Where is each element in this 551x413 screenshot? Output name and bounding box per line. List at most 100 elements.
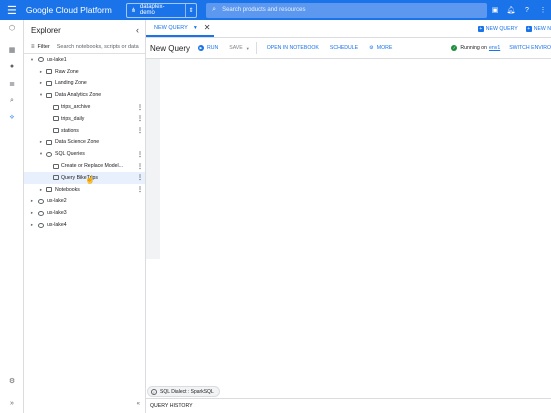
script-icon: [53, 163, 59, 169]
add-icon: +: [525, 25, 532, 32]
expand-rail-icon[interactable]: »: [0, 400, 24, 407]
save-button[interactable]: SAVE ▼: [229, 45, 249, 51]
more-vert-icon[interactable]: ⋮: [137, 104, 143, 111]
top-app-bar: ☰ Google Cloud Platform ⋔ dataplex-demo …: [0, 0, 551, 20]
app-logo[interactable]: Google Cloud Platform: [26, 5, 112, 15]
run-button[interactable]: ▶ RUN: [198, 45, 218, 51]
caret-right-icon[interactable]: ▸: [29, 222, 35, 228]
search-icon: ⌕: [212, 6, 217, 13]
tree-row-notebooks[interactable]: ▸ Notebooks ⋮: [24, 184, 145, 196]
header-actions: ▣ 🔔︎ ? ⋮: [487, 6, 551, 15]
caret-down-icon: ▼: [245, 45, 250, 51]
filter-placeholder: Search notebooks, scripts or data: [56, 43, 139, 50]
editor-tabs: NEW QUERY ▼ ✕ + NEW QUERY + NEW N: [146, 20, 551, 38]
caret-right-icon[interactable]: ▸: [29, 210, 35, 216]
query-title: New Query: [150, 43, 191, 53]
more-vert-icon[interactable]: ⋮: [137, 151, 143, 158]
more-vert-icon[interactable]: ⋮: [137, 174, 143, 181]
tree-label: Notebooks: [55, 186, 80, 193]
caret-right-icon[interactable]: ▸: [38, 80, 44, 86]
tree-row-create-model[interactable]: Create or Replace Model... ⋮: [24, 160, 145, 172]
grid-icon[interactable]: ▦: [0, 46, 24, 54]
tree-row-us-lake1[interactable]: ▾ us-lake1: [24, 54, 145, 66]
collapse-panel-icon[interactable]: ‹: [136, 25, 139, 35]
notifications-icon[interactable]: 🔔︎: [503, 6, 519, 14]
caret-right-icon[interactable]: ▸: [29, 198, 35, 204]
zone-icon: [46, 80, 52, 86]
pointer-cursor-icon: ☝: [85, 175, 95, 184]
environment-status: ✓ Running on env1: [451, 45, 500, 51]
more-vert-icon[interactable]: ⋮: [137, 163, 143, 170]
explorer-filter[interactable]: ≡ Filter Search notebooks, scripts or da…: [24, 40, 145, 54]
tree-label: trips_daily: [61, 115, 85, 122]
tree-row-data-analytics-zone[interactable]: ▾ Data Analytics Zone: [24, 89, 145, 101]
new-query-label: NEW QUERY: [485, 25, 518, 32]
chevron-updown-icon: ⇕: [185, 3, 196, 17]
caret-right-icon[interactable]: ▸: [38, 187, 44, 193]
tree-row-sql-queries[interactable]: ▾ SQL Queries ⋮: [24, 148, 145, 160]
more-vert-icon[interactable]: ⋮: [137, 127, 143, 134]
close-tab-icon[interactable]: ✕: [204, 23, 211, 32]
query-history-tab[interactable]: QUERY HISTORY: [146, 398, 551, 413]
tree-row-us-lake2[interactable]: ▸ us-lake2: [24, 196, 145, 208]
new-query-button[interactable]: + NEW QUERY: [477, 25, 518, 32]
tree-row-data-science-zone[interactable]: ▸ Data Science Zone: [24, 137, 145, 149]
sql-dialect-chip[interactable]: i SQL Dialect : SparkSQL: [147, 386, 220, 397]
more-vert-icon[interactable]: ⋮: [137, 186, 143, 193]
caret-down-icon[interactable]: ▾: [29, 57, 35, 63]
tab-new-query[interactable]: NEW QUERY ▼ ✕: [146, 20, 215, 37]
zone-icon: [46, 139, 52, 145]
save-label: SAVE: [229, 45, 243, 51]
tree-row-landing-zone[interactable]: ▸ Landing Zone: [24, 78, 145, 90]
tree-label: Landing Zone: [55, 80, 87, 87]
more-button[interactable]: ⚙ MORE: [369, 45, 392, 51]
open-in-notebook-button[interactable]: OPEN IN NOTEBOOK: [267, 45, 319, 51]
settings-icon[interactable]: ⚙: [0, 377, 24, 385]
caret-down-icon[interactable]: ▾: [38, 92, 44, 98]
tree-row-us-lake3[interactable]: ▸ us-lake3: [24, 207, 145, 219]
tree-row-us-lake4[interactable]: ▸ us-lake4: [24, 219, 145, 231]
lake-icon: [38, 198, 44, 204]
explorer-tree: ▾ us-lake1 ▸ Raw Zone ▸ Landing Zone ▾ D…: [24, 54, 145, 231]
list-icon[interactable]: ≣: [0, 80, 24, 88]
tab-dropdown-icon[interactable]: ▼: [193, 25, 198, 31]
collapse-explorer-icon[interactable]: «: [24, 401, 146, 407]
search-input[interactable]: ⌕ Search products and resources: [206, 2, 487, 18]
tree-row-stations[interactable]: stations ⋮: [24, 125, 145, 137]
caret-down-icon[interactable]: ▾: [38, 151, 44, 157]
tree-label: Create or Replace Model...: [61, 163, 123, 170]
tree-row-raw-zone[interactable]: ▸ Raw Zone: [24, 66, 145, 78]
new-notebook-button[interactable]: + NEW N: [525, 25, 551, 32]
environment-link[interactable]: env1: [489, 45, 500, 51]
caret-right-icon[interactable]: ▸: [38, 69, 44, 75]
dataplex-logo-icon[interactable]: ⬡: [0, 24, 24, 32]
add-icon: +: [477, 25, 484, 32]
tree-label: us-lake2: [47, 198, 67, 205]
tree-row-trips-daily[interactable]: trips_daily ⋮: [24, 113, 145, 125]
search-icon[interactable]: ⌕: [0, 97, 24, 105]
sql-editor[interactable]: [146, 59, 551, 404]
hamburger-menu-icon[interactable]: ☰: [0, 0, 24, 20]
schedule-button[interactable]: SCHEDULE: [330, 45, 358, 51]
person-icon[interactable]: ●: [0, 63, 24, 70]
explorer-title: Explorer: [31, 25, 61, 35]
cloud-shell-icon[interactable]: ▣: [487, 6, 503, 14]
lake-icon: [38, 57, 44, 63]
explore-icon[interactable]: ⟡: [0, 114, 24, 122]
tree-row-trips-archive[interactable]: trips_archive ⋮: [24, 101, 145, 113]
table-icon: [53, 128, 59, 134]
switch-environment-button[interactable]: SWITCH ENVIRO: [509, 45, 551, 51]
more-vert-icon[interactable]: ⋮: [535, 6, 551, 14]
tree-label: Raw Zone: [55, 68, 79, 75]
query-history-label: QUERY HISTORY: [150, 403, 193, 409]
status-text: Running on: [460, 45, 487, 51]
project-name: dataplex-demo: [139, 4, 165, 16]
sql-dialect-label: SQL Dialect : SparkSQL: [160, 388, 214, 395]
caret-right-icon[interactable]: ▸: [38, 139, 44, 145]
zone-icon: [46, 92, 52, 98]
more-vert-icon[interactable]: ⋮: [137, 115, 143, 122]
help-icon[interactable]: ?: [519, 7, 535, 14]
schedule-label: SCHEDULE: [329, 45, 359, 51]
project-selector[interactable]: ⋔ dataplex-demo ⇕: [125, 2, 198, 18]
check-circle-icon: ✓: [451, 45, 458, 51]
